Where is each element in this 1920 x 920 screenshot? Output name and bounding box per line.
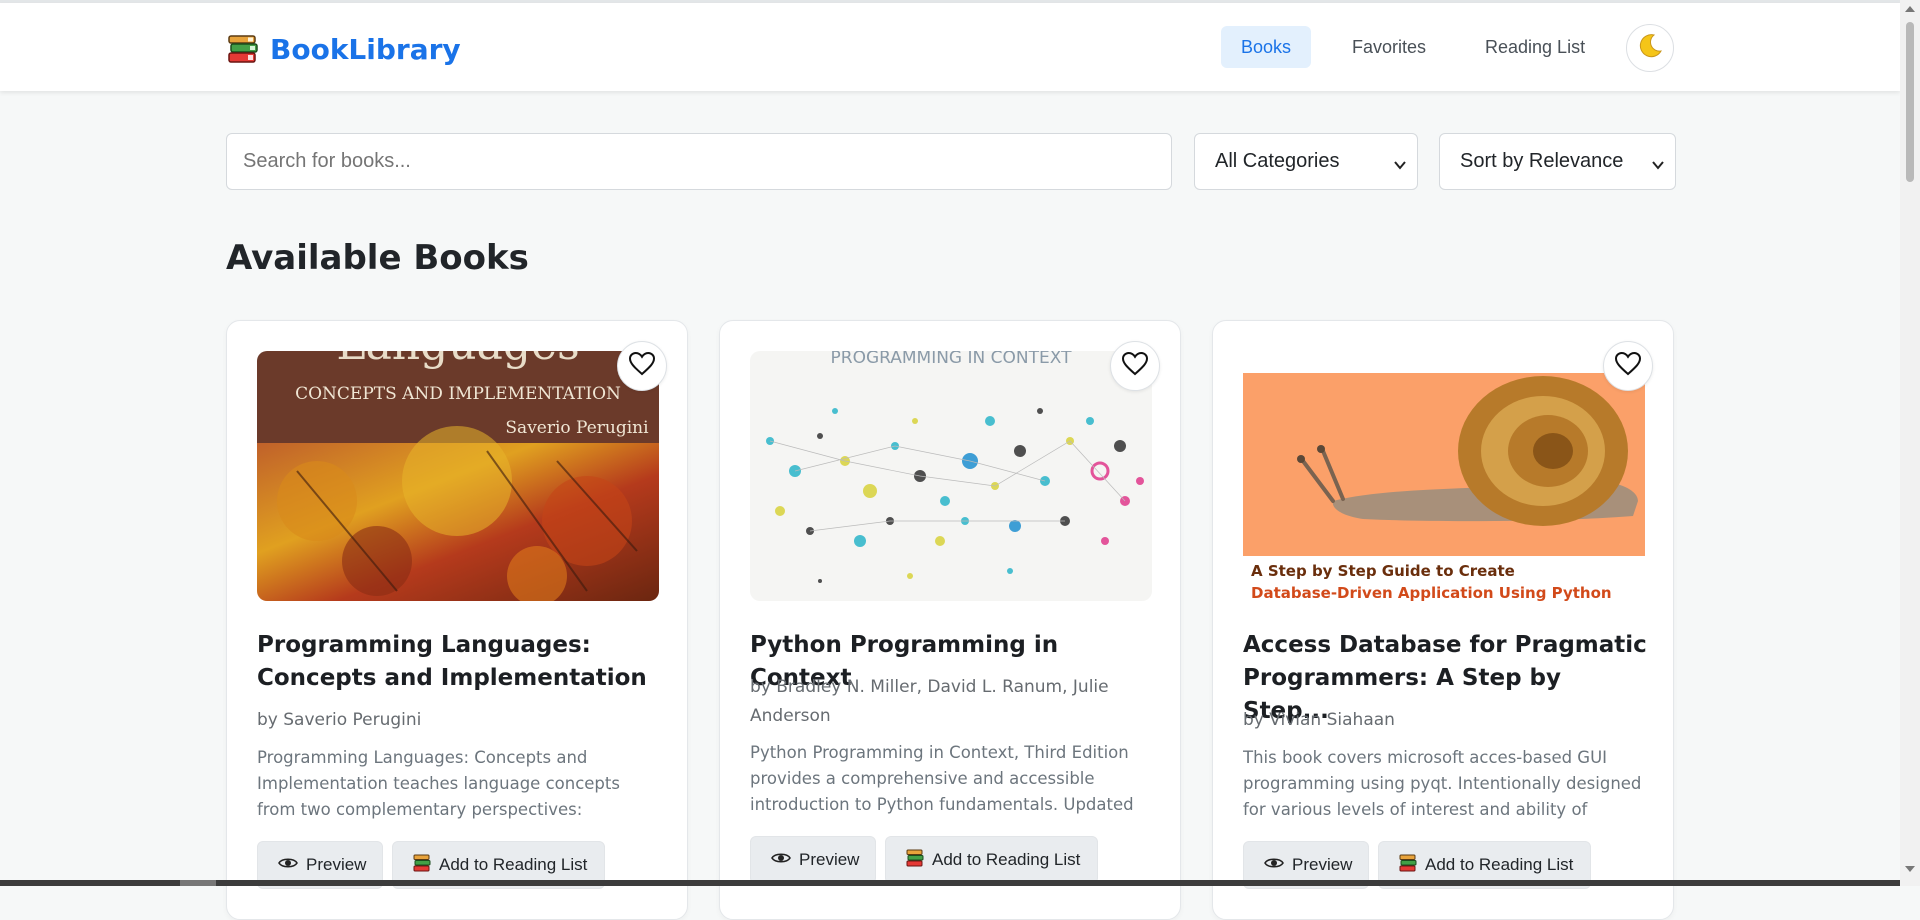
- cover-subtitle-text: Database-Driven Application Using Python: [1251, 584, 1612, 601]
- nav-favorites[interactable]: Favorites: [1332, 26, 1446, 68]
- books-stack-icon: [906, 849, 924, 872]
- book-author: by Saverio Perugini: [257, 710, 422, 730]
- book-description: Python Programming in Context, Third Edi…: [750, 743, 1134, 814]
- preview-label: Preview: [1292, 855, 1353, 874]
- book-card: Languages CONCEPTS AND IMPLEMENTATION Sa…: [226, 320, 688, 920]
- book-author: by Bradley N. Miller, David L. Ranum, Ju…: [750, 677, 1109, 726]
- heart-outline-icon: [628, 351, 656, 381]
- sort-select[interactable]: Sort by Relevance: [1439, 133, 1676, 190]
- preview-button[interactable]: Preview: [750, 836, 876, 884]
- nav-books[interactable]: Books: [1221, 26, 1312, 68]
- book-cover[interactable]: Languages CONCEPTS AND IMPLEMENTATION Sa…: [257, 351, 659, 601]
- favorite-button[interactable]: [1110, 341, 1160, 391]
- section-title: Available Books: [226, 238, 529, 278]
- eye-icon: [1264, 855, 1284, 875]
- vertical-scrollbar[interactable]: [1900, 0, 1920, 886]
- preview-label: Preview: [306, 855, 367, 874]
- reading-list-label: Add to Reading List: [439, 855, 588, 874]
- category-select-value: All Categories: [1215, 150, 1340, 172]
- nav-reading-list[interactable]: Reading List: [1465, 26, 1605, 68]
- cover-subtitle-text: CONCEPTS AND IMPLEMENTATION: [295, 384, 621, 404]
- book-card: A Step by Step Guide to Create Database-…: [1212, 320, 1674, 920]
- scroll-up-arrow-icon[interactable]: [1905, 6, 1915, 12]
- scroll-down-arrow-icon[interactable]: [1905, 866, 1915, 872]
- add-to-reading-list-button[interactable]: Add to Reading List: [885, 836, 1098, 884]
- chevron-down-icon: [1393, 155, 1407, 178]
- book-card: PROGRAMMING IN CONTEXT Python Programmin…: [719, 320, 1181, 920]
- eye-icon: [278, 855, 298, 875]
- theme-toggle-button[interactable]: [1626, 24, 1674, 72]
- horizontal-scrollbar[interactable]: [0, 880, 1900, 886]
- heart-outline-icon: [1614, 351, 1642, 381]
- book-description: This book covers microsoft acces-based G…: [1243, 748, 1642, 819]
- book-author: by Vivian Siahaan: [1243, 710, 1395, 730]
- book-cover[interactable]: A Step by Step Guide to Create Database-…: [1243, 351, 1645, 601]
- books-stack-icon: [413, 854, 431, 877]
- cover-title-text: PROGRAMMING IN CONTEXT: [831, 351, 1073, 368]
- chevron-down-icon: [1651, 155, 1665, 178]
- brand-logo[interactable]: BookLibrary: [226, 29, 461, 69]
- book-description: Programming Languages: Concepts and Impl…: [257, 748, 620, 819]
- moon-icon: [1636, 32, 1664, 65]
- book-cover[interactable]: PROGRAMMING IN CONTEXT: [750, 351, 1152, 601]
- reading-list-label: Add to Reading List: [932, 850, 1081, 869]
- favorite-button[interactable]: [1603, 341, 1653, 391]
- search-input[interactable]: [226, 133, 1172, 190]
- books-stack-icon: [226, 32, 260, 66]
- eye-icon: [771, 850, 791, 870]
- scrollbar-thumb[interactable]: [1906, 22, 1914, 182]
- category-select[interactable]: All Categories: [1194, 133, 1418, 190]
- cover-title-text: A Step by Step Guide to Create: [1251, 562, 1515, 580]
- sort-select-value: Sort by Relevance: [1460, 150, 1624, 172]
- horizontal-scrollbar-thumb[interactable]: [180, 880, 216, 886]
- favorite-button[interactable]: [617, 341, 667, 391]
- heart-outline-icon: [1121, 351, 1149, 381]
- top-navbar: BookLibrary Books Favorites Reading List: [0, 3, 1900, 91]
- preview-label: Preview: [799, 850, 860, 869]
- book-title[interactable]: Programming Languages: Concepts and Impl…: [257, 629, 662, 695]
- cover-title-text: Languages: [336, 351, 579, 370]
- cover-author-text: Saverio Perugini: [505, 418, 649, 438]
- reading-list-label: Add to Reading List: [1425, 855, 1574, 874]
- brand-name: BookLibrary: [270, 32, 461, 66]
- books-stack-icon: [1399, 854, 1417, 877]
